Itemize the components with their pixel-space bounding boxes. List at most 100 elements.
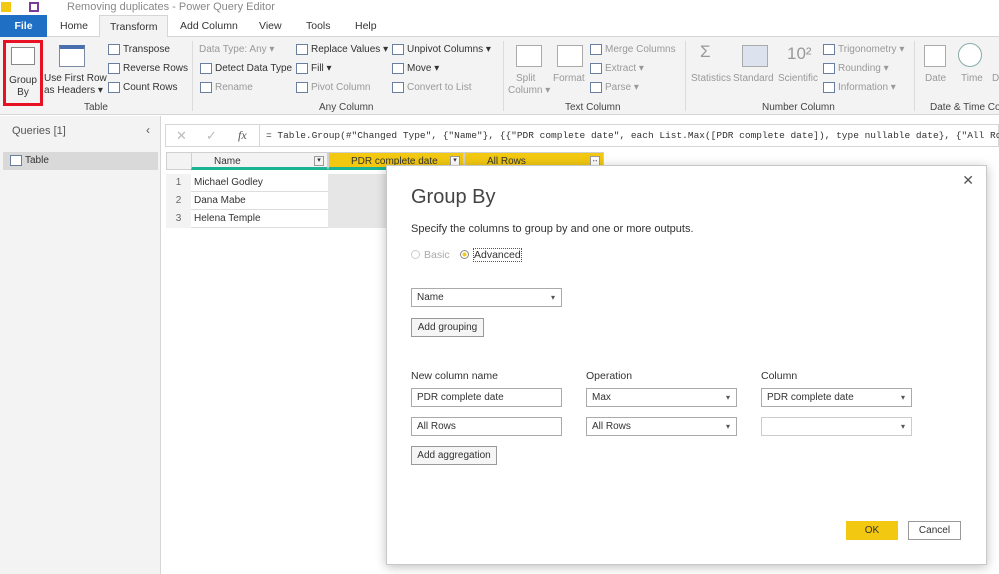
count-rows-button[interactable]: Count Rows <box>108 82 177 93</box>
ok-button[interactable]: OK <box>846 521 898 540</box>
pivot-column-button[interactable]: Pivot Column <box>296 82 370 93</box>
add-grouping-button[interactable]: Add grouping <box>411 318 484 337</box>
reverse-rows-icon <box>108 63 120 74</box>
cell[interactable]: Michael Godley <box>191 177 263 188</box>
tab-home[interactable]: Home <box>50 15 98 37</box>
information-label: Information ▾ <box>838 82 896 94</box>
commit-check-icon[interactable]: ✓ <box>206 128 217 144</box>
split-column-button[interactable]: Split Column ▾ <box>506 40 550 100</box>
tab-transform[interactable]: Transform <box>99 15 169 38</box>
pivot-icon <box>296 82 308 93</box>
tab-tools[interactable]: Tools <box>296 15 341 37</box>
table-row[interactable]: 1 Michael Godley <box>166 174 328 192</box>
duration-label[interactable]: D <box>992 73 999 84</box>
tab-file[interactable]: File <box>0 15 47 37</box>
calendar-icon <box>924 45 946 67</box>
tab-add-column[interactable]: Add Column <box>170 15 248 37</box>
parse-label: Parse ▾ <box>605 82 639 94</box>
convert-to-list-button[interactable]: Convert to List <box>392 82 471 93</box>
formula-input[interactable]: = Table.Group(#"Changed Type", {"Name"},… <box>266 130 999 141</box>
filter-dropdown-icon[interactable]: ▾ <box>314 156 324 166</box>
format-button[interactable]: Format <box>552 40 588 100</box>
tab-help[interactable]: Help <box>345 15 387 37</box>
move-button[interactable]: Move ▾ <box>392 63 439 74</box>
format-icon <box>557 45 583 67</box>
extract-button[interactable]: Extract ▾ <box>590 63 644 74</box>
information-button[interactable]: Information ▾ <box>823 82 896 93</box>
column-dropdown[interactable] <box>761 417 912 436</box>
group-by-label-2: By <box>17 87 29 98</box>
row-number: 2 <box>166 192 191 210</box>
convert-label: Convert to List <box>407 82 472 94</box>
rounding-label: Rounding ▾ <box>838 63 889 75</box>
radio-label: Basic <box>424 249 450 261</box>
statistics-button[interactable]: Σ Statistics <box>690 40 732 100</box>
table-row[interactable]: 3 Helena Temple <box>166 210 328 228</box>
replace-values-button[interactable]: Replace Values ▾ <box>296 44 388 55</box>
column-header: Column <box>761 370 798 382</box>
extract-icon <box>590 63 602 74</box>
standard-button[interactable]: Standard <box>733 40 775 100</box>
data-type-dropdown[interactable]: Data Type: Any ▾ <box>199 44 274 55</box>
group-by-dialog: ✕ Group By Specify the columns to group … <box>386 165 987 565</box>
cell[interactable]: Dana Mabe <box>191 195 246 206</box>
fx-icon[interactable]: fx <box>238 128 247 143</box>
grouping-column-dropdown[interactable]: Name <box>411 288 562 307</box>
app-logo-icon <box>1 2 11 12</box>
operation-dropdown[interactable]: Max <box>586 388 737 407</box>
cell[interactable]: Helena Temple <box>191 213 261 224</box>
statistics-icon: Σ <box>700 42 711 61</box>
time-button[interactable]: Time <box>955 40 987 100</box>
radio-basic[interactable]: Basic <box>411 249 450 261</box>
row-number: 3 <box>166 210 191 228</box>
add-aggregation-button[interactable]: Add aggregation <box>411 446 497 465</box>
count-rows-icon <box>108 82 120 93</box>
group-by-button[interactable]: Group By <box>3 40 43 106</box>
query-item-table[interactable]: Table <box>3 152 158 170</box>
tab-view[interactable]: View <box>249 15 292 37</box>
use-first-row-button[interactable]: Use First Row as Headers ▾ <box>44 40 107 100</box>
date-button[interactable]: Date <box>920 40 952 100</box>
save-icon[interactable] <box>29 2 39 12</box>
use-first-row-label: Use First Row <box>44 73 107 84</box>
unpivot-icon <box>392 44 404 55</box>
collapse-chevron-icon[interactable]: ‹ <box>146 123 150 137</box>
merge-columns-button[interactable]: Merge Columns <box>590 44 676 55</box>
query-label: Table <box>25 155 49 166</box>
clock-icon <box>958 43 982 67</box>
ribbon: Group By Use First Row as Headers ▾ Tran… <box>0 37 999 115</box>
unpivot-columns-button[interactable]: Unpivot Columns ▾ <box>392 44 491 55</box>
standard-label: Standard <box>733 73 774 84</box>
rename-button[interactable]: Rename <box>200 82 253 93</box>
parse-icon <box>590 82 602 93</box>
parse-button[interactable]: Parse ▾ <box>590 82 639 93</box>
column-dropdown[interactable]: PDR complete date <box>761 388 912 407</box>
operation-dropdown[interactable]: All Rows <box>586 417 737 436</box>
extract-label: Extract ▾ <box>605 63 644 75</box>
fill-label: Fill ▾ <box>311 63 332 75</box>
divider <box>914 41 915 111</box>
table-row[interactable]: 2 Dana Mabe <box>166 192 328 210</box>
reverse-rows-button[interactable]: Reverse Rows <box>108 63 188 74</box>
close-icon[interactable]: ✕ <box>962 172 974 189</box>
new-column-name-input[interactable]: PDR complete date <box>411 388 562 407</box>
fill-button[interactable]: Fill ▾ <box>296 63 332 74</box>
dialog-description: Specify the columns to group by and one … <box>411 223 694 235</box>
queries-pane: Queries [1] ‹ Table <box>0 116 161 574</box>
information-icon <box>823 82 835 93</box>
column-header-name[interactable]: Name ▾ <box>191 152 328 170</box>
use-first-row-label-2: as Headers ▾ <box>44 85 103 96</box>
scientific-button[interactable]: 10² Scientific <box>777 40 821 100</box>
cancel-x-icon[interactable]: ✕ <box>176 128 187 144</box>
rounding-button[interactable]: Rounding ▾ <box>823 63 889 74</box>
radio-advanced[interactable]: Advanced <box>460 248 522 262</box>
detect-data-type-button[interactable]: Detect Data Type <box>200 63 292 74</box>
trig-label: Trigonometry ▾ <box>838 44 905 56</box>
trigonometry-button[interactable]: Trigonometry ▾ <box>823 44 904 55</box>
new-column-name-input[interactable]: All Rows <box>411 417 562 436</box>
table-menu-icon[interactable] <box>166 152 192 170</box>
transpose-button[interactable]: Transpose <box>108 44 170 55</box>
formula-bar: ✕ ✓ fx = Table.Group(#"Changed Type", {"… <box>165 124 999 147</box>
dialog-title: Group By <box>411 186 496 208</box>
cancel-button[interactable]: Cancel <box>908 521 961 540</box>
